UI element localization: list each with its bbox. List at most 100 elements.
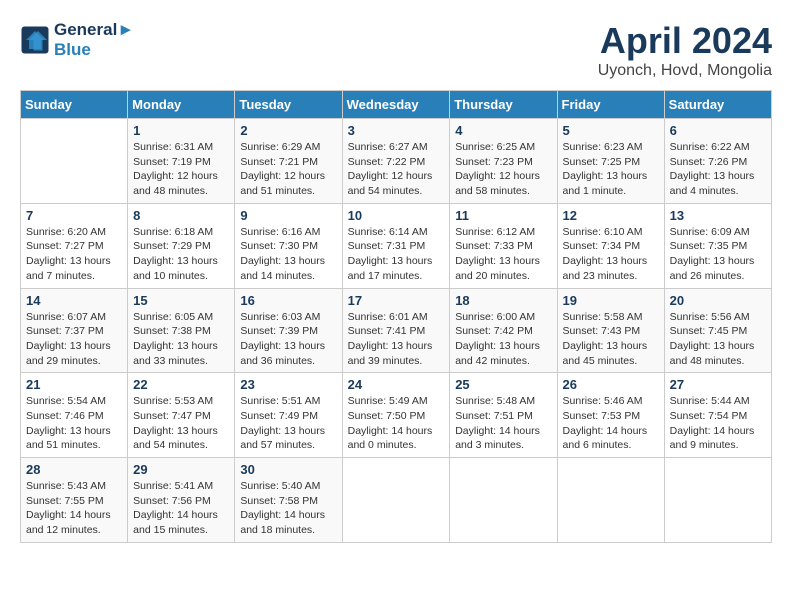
- day-number: 7: [26, 208, 122, 223]
- day-number: 29: [133, 462, 229, 477]
- day-info: Sunrise: 5:51 AM Sunset: 7:49 PM Dayligh…: [240, 394, 336, 453]
- day-info: Sunrise: 6:14 AM Sunset: 7:31 PM Dayligh…: [348, 225, 445, 284]
- calendar-cell: 8Sunrise: 6:18 AM Sunset: 7:29 PM Daylig…: [128, 203, 235, 288]
- day-number: 8: [133, 208, 229, 223]
- day-number: 26: [563, 377, 659, 392]
- calendar-cell: 18 Sunrise: 6:00 AM Sunset: 7:42 PM Dayli…: [450, 288, 557, 373]
- calendar-cell: 21Sunrise: 5:54 AM Sunset: 7:46 PM Dayli…: [21, 373, 128, 458]
- day-info: Sunrise: 5:49 AM Sunset: 7:50 PM Dayligh…: [348, 394, 445, 453]
- day-number: 11: [455, 208, 551, 223]
- page-header: General► Blue April 2024 Uyonch, Hovd, M…: [20, 20, 772, 80]
- day-number: 2: [240, 123, 336, 138]
- day-info: Sunrise: 6:03 AM Sunset: 7:39 PM Dayligh…: [240, 310, 336, 369]
- title-block: April 2024 Uyonch, Hovd, Mongolia: [598, 20, 772, 80]
- day-info: Sunrise: 6:27 AM Sunset: 7:22 PM Dayligh…: [348, 140, 445, 199]
- day-number: 4: [455, 123, 551, 138]
- calendar-cell: [21, 119, 128, 204]
- calendar-cell: 13Sunrise: 6:09 AM Sunset: 7:35 PM Dayli…: [664, 203, 771, 288]
- day-number: 27: [670, 377, 766, 392]
- month-title: April 2024: [598, 20, 772, 62]
- calendar-cell: 24 Sunrise: 5:49 AM Sunset: 7:50 PM Dayli…: [342, 373, 450, 458]
- calendar-cell: 23Sunrise: 5:51 AM Sunset: 7:49 PM Dayli…: [235, 373, 342, 458]
- day-info: Sunrise: 5:58 AM Sunset: 7:43 PM Dayligh…: [563, 310, 659, 369]
- calendar-cell: 6 Sunrise: 6:22 AM Sunset: 7:26 PM Daylig…: [664, 119, 771, 204]
- weekday-sunday: Sunday: [21, 91, 128, 119]
- weekday-saturday: Saturday: [664, 91, 771, 119]
- day-number: 18: [455, 293, 551, 308]
- calendar-cell: 3 Sunrise: 6:27 AM Sunset: 7:22 PM Daylig…: [342, 119, 450, 204]
- calendar-cell: 2 Sunrise: 6:29 AM Sunset: 7:21 PM Daylig…: [235, 119, 342, 204]
- day-info: Sunrise: 5:43 AM Sunset: 7:55 PM Dayligh…: [26, 479, 122, 538]
- calendar-cell: 11 Sunrise: 6:12 AM Sunset: 7:33 PM Dayli…: [450, 203, 557, 288]
- day-info: Sunrise: 5:53 AM Sunset: 7:47 PM Dayligh…: [133, 394, 229, 453]
- logo-icon: [20, 25, 50, 55]
- logo: General► Blue: [20, 20, 134, 60]
- day-number: 22: [133, 377, 229, 392]
- day-info: Sunrise: 6:12 AM Sunset: 7:33 PM Dayligh…: [455, 225, 551, 284]
- day-info: Sunrise: 6:05 AM Sunset: 7:38 PM Dayligh…: [133, 310, 229, 369]
- calendar-cell: 25Sunrise: 5:48 AM Sunset: 7:51 PM Dayli…: [450, 373, 557, 458]
- weekday-tuesday: Tuesday: [235, 91, 342, 119]
- calendar-body: 1 Sunrise: 6:31 AM Sunset: 7:19 PM Daylig…: [21, 119, 772, 543]
- day-info: Sunrise: 6:20 AM Sunset: 7:27 PM Dayligh…: [26, 225, 122, 284]
- day-info: Sunrise: 6:00 AM Sunset: 7:42 PM Dayligh…: [455, 310, 551, 369]
- day-info: Sunrise: 5:44 AM Sunset: 7:54 PM Dayligh…: [670, 394, 766, 453]
- day-number: 10: [348, 208, 445, 223]
- calendar-cell: [450, 458, 557, 543]
- calendar-cell: 4 Sunrise: 6:25 AM Sunset: 7:23 PM Daylig…: [450, 119, 557, 204]
- calendar-cell: 27 Sunrise: 5:44 AM Sunset: 7:54 PM Dayli…: [664, 373, 771, 458]
- calendar-cell: 30 Sunrise: 5:40 AM Sunset: 7:58 PM Dayli…: [235, 458, 342, 543]
- week-row-5: 28 Sunrise: 5:43 AM Sunset: 7:55 PM Dayli…: [21, 458, 772, 543]
- week-row-4: 21Sunrise: 5:54 AM Sunset: 7:46 PM Dayli…: [21, 373, 772, 458]
- day-info: Sunrise: 5:40 AM Sunset: 7:58 PM Dayligh…: [240, 479, 336, 538]
- week-row-3: 14Sunrise: 6:07 AM Sunset: 7:37 PM Dayli…: [21, 288, 772, 373]
- location: Uyonch, Hovd, Mongolia: [598, 62, 772, 80]
- logo-text: General► Blue: [54, 20, 134, 60]
- day-number: 20: [670, 293, 766, 308]
- weekday-header-row: SundayMondayTuesdayWednesdayThursdayFrid…: [21, 91, 772, 119]
- calendar-cell: 14Sunrise: 6:07 AM Sunset: 7:37 PM Dayli…: [21, 288, 128, 373]
- day-number: 28: [26, 462, 122, 477]
- day-info: Sunrise: 5:46 AM Sunset: 7:53 PM Dayligh…: [563, 394, 659, 453]
- day-number: 6: [670, 123, 766, 138]
- day-number: 9: [240, 208, 336, 223]
- weekday-thursday: Thursday: [450, 91, 557, 119]
- day-number: 24: [348, 377, 445, 392]
- day-number: 15: [133, 293, 229, 308]
- day-info: Sunrise: 6:25 AM Sunset: 7:23 PM Dayligh…: [455, 140, 551, 199]
- day-info: Sunrise: 6:29 AM Sunset: 7:21 PM Dayligh…: [240, 140, 336, 199]
- calendar-cell: 10 Sunrise: 6:14 AM Sunset: 7:31 PM Dayli…: [342, 203, 450, 288]
- calendar-cell: 9 Sunrise: 6:16 AM Sunset: 7:30 PM Daylig…: [235, 203, 342, 288]
- day-info: Sunrise: 6:31 AM Sunset: 7:19 PM Dayligh…: [133, 140, 229, 199]
- day-info: Sunrise: 6:09 AM Sunset: 7:35 PM Dayligh…: [670, 225, 766, 284]
- calendar-cell: [664, 458, 771, 543]
- day-number: 21: [26, 377, 122, 392]
- day-number: 5: [563, 123, 659, 138]
- day-number: 14: [26, 293, 122, 308]
- calendar-cell: 16Sunrise: 6:03 AM Sunset: 7:39 PM Dayli…: [235, 288, 342, 373]
- day-number: 25: [455, 377, 551, 392]
- calendar-cell: 20Sunrise: 5:56 AM Sunset: 7:45 PM Dayli…: [664, 288, 771, 373]
- calendar-cell: 1 Sunrise: 6:31 AM Sunset: 7:19 PM Daylig…: [128, 119, 235, 204]
- calendar-cell: 22 Sunrise: 5:53 AM Sunset: 7:47 PM Dayli…: [128, 373, 235, 458]
- calendar-cell: 26 Sunrise: 5:46 AM Sunset: 7:53 PM Dayli…: [557, 373, 664, 458]
- calendar-cell: [342, 458, 450, 543]
- day-info: Sunrise: 6:10 AM Sunset: 7:34 PM Dayligh…: [563, 225, 659, 284]
- calendar-cell: 12Sunrise: 6:10 AM Sunset: 7:34 PM Dayli…: [557, 203, 664, 288]
- day-info: Sunrise: 6:01 AM Sunset: 7:41 PM Dayligh…: [348, 310, 445, 369]
- day-info: Sunrise: 6:23 AM Sunset: 7:25 PM Dayligh…: [563, 140, 659, 199]
- calendar-cell: 15 Sunrise: 6:05 AM Sunset: 7:38 PM Dayli…: [128, 288, 235, 373]
- weekday-friday: Friday: [557, 91, 664, 119]
- calendar-table: SundayMondayTuesdayWednesdayThursdayFrid…: [20, 90, 772, 543]
- day-number: 17: [348, 293, 445, 308]
- day-number: 1: [133, 123, 229, 138]
- day-info: Sunrise: 6:16 AM Sunset: 7:30 PM Dayligh…: [240, 225, 336, 284]
- calendar-cell: 17 Sunrise: 6:01 AM Sunset: 7:41 PM Dayli…: [342, 288, 450, 373]
- week-row-1: 1 Sunrise: 6:31 AM Sunset: 7:19 PM Daylig…: [21, 119, 772, 204]
- day-info: Sunrise: 6:22 AM Sunset: 7:26 PM Dayligh…: [670, 140, 766, 199]
- week-row-2: 7 Sunrise: 6:20 AM Sunset: 7:27 PM Daylig…: [21, 203, 772, 288]
- day-number: 3: [348, 123, 445, 138]
- calendar-cell: 19Sunrise: 5:58 AM Sunset: 7:43 PM Dayli…: [557, 288, 664, 373]
- calendar-cell: 29Sunrise: 5:41 AM Sunset: 7:56 PM Dayli…: [128, 458, 235, 543]
- day-number: 30: [240, 462, 336, 477]
